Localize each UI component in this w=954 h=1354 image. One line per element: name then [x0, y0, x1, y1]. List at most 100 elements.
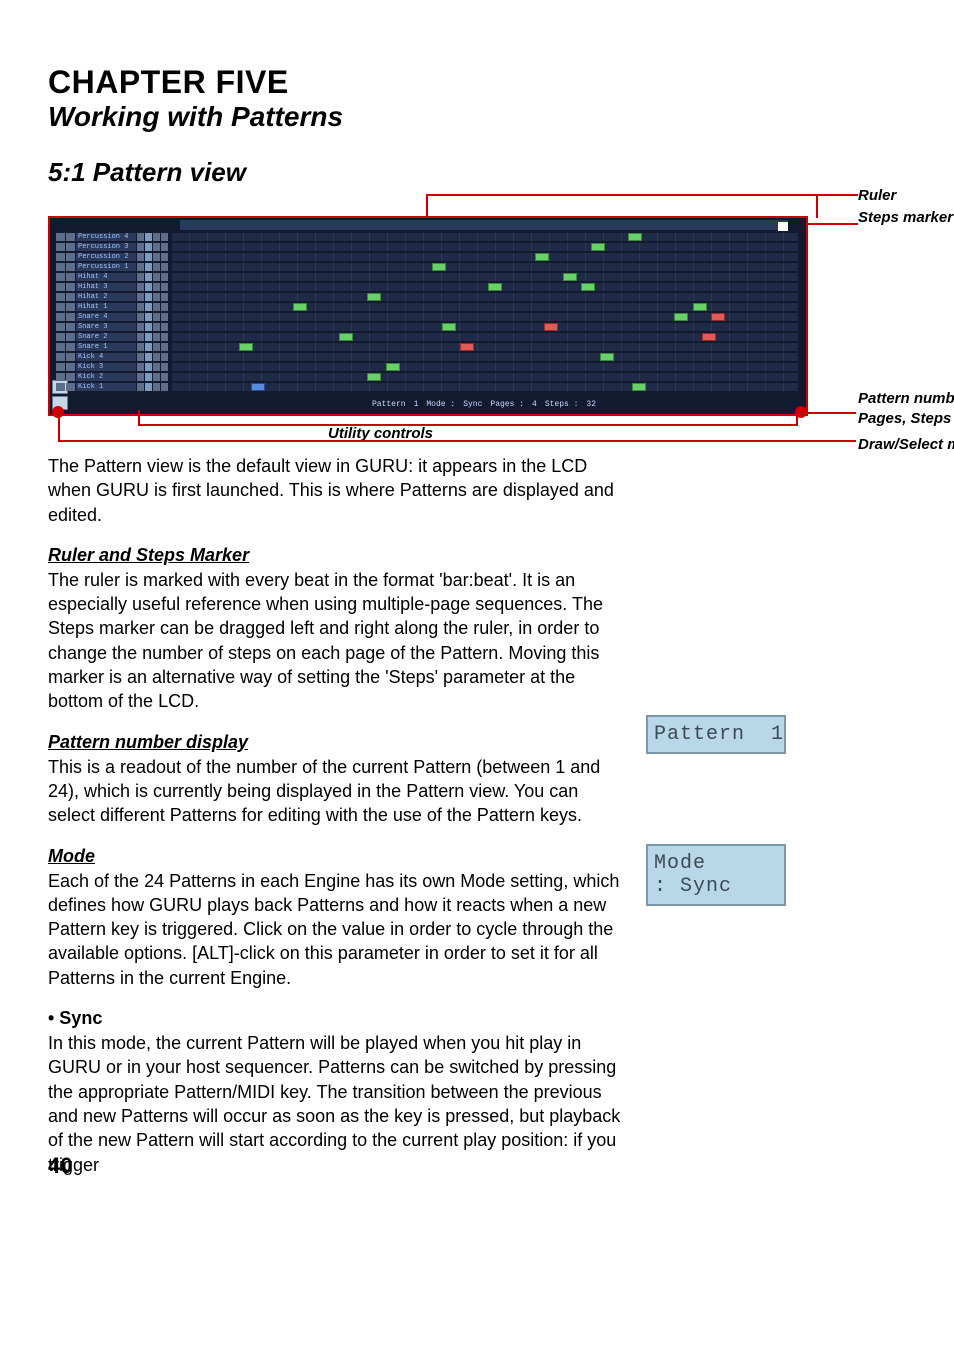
track-ctrl[interactable]: [145, 233, 152, 241]
step-note[interactable]: [460, 343, 474, 351]
track-ctrl[interactable]: [137, 293, 144, 301]
mute-button[interactable]: [56, 353, 65, 361]
next-page-button[interactable]: [161, 263, 168, 271]
step-note[interactable]: [442, 323, 456, 331]
next-page-button[interactable]: [161, 293, 168, 301]
step-note[interactable]: [386, 363, 400, 371]
step-note[interactable]: [293, 303, 307, 311]
mute-button[interactable]: [56, 363, 65, 371]
step-grid[interactable]: [172, 233, 798, 241]
prev-page-button[interactable]: [153, 343, 160, 351]
solo-button[interactable]: [66, 293, 75, 301]
next-page-button[interactable]: [161, 313, 168, 321]
prev-page-button[interactable]: [153, 383, 160, 391]
track-ctrl[interactable]: [137, 263, 144, 271]
track-ctrl[interactable]: [145, 353, 152, 361]
step-note[interactable]: [581, 283, 595, 291]
track-ctrl[interactable]: [137, 253, 144, 261]
steps-marker[interactable]: [778, 222, 788, 231]
mute-button[interactable]: [56, 263, 65, 271]
step-note[interactable]: [591, 243, 605, 251]
mute-button[interactable]: [56, 243, 65, 251]
track-ctrl[interactable]: [137, 383, 144, 391]
track-ctrl[interactable]: [145, 363, 152, 371]
step-grid[interactable]: [172, 263, 798, 271]
mute-button[interactable]: [56, 343, 65, 351]
track-ctrl[interactable]: [137, 343, 144, 351]
solo-button[interactable]: [66, 323, 75, 331]
prev-page-button[interactable]: [153, 283, 160, 291]
next-page-button[interactable]: [161, 353, 168, 361]
solo-button[interactable]: [66, 273, 75, 281]
mute-button[interactable]: [56, 373, 65, 381]
solo-button[interactable]: [66, 253, 75, 261]
step-grid[interactable]: [172, 373, 798, 381]
next-page-button[interactable]: [161, 363, 168, 371]
step-note[interactable]: [632, 383, 646, 391]
ruler-bar[interactable]: [180, 220, 788, 230]
step-note[interactable]: [432, 263, 446, 271]
track-ctrl[interactable]: [145, 323, 152, 331]
next-page-button[interactable]: [161, 303, 168, 311]
next-page-button[interactable]: [161, 233, 168, 241]
next-page-button[interactable]: [161, 243, 168, 251]
track-ctrl[interactable]: [145, 263, 152, 271]
prev-page-button[interactable]: [153, 323, 160, 331]
prev-page-button[interactable]: [153, 353, 160, 361]
mute-button[interactable]: [56, 273, 65, 281]
step-grid[interactable]: [172, 333, 798, 341]
prev-page-button[interactable]: [153, 233, 160, 241]
next-page-button[interactable]: [161, 323, 168, 331]
track-ctrl[interactable]: [145, 303, 152, 311]
step-grid[interactable]: [172, 363, 798, 371]
solo-button[interactable]: [66, 353, 75, 361]
step-grid[interactable]: [172, 323, 798, 331]
step-grid[interactable]: [172, 273, 798, 281]
solo-button[interactable]: [66, 303, 75, 311]
track-ctrl[interactable]: [145, 373, 152, 381]
step-grid[interactable]: [172, 383, 798, 391]
mute-button[interactable]: [56, 303, 65, 311]
steps-value[interactable]: 32: [586, 400, 596, 409]
step-note[interactable]: [563, 273, 577, 281]
track-ctrl[interactable]: [137, 363, 144, 371]
step-grid[interactable]: [172, 253, 798, 261]
track-ctrl[interactable]: [137, 353, 144, 361]
prev-page-button[interactable]: [153, 363, 160, 371]
prev-page-button[interactable]: [153, 333, 160, 341]
solo-button[interactable]: [66, 343, 75, 351]
step-note[interactable]: [251, 383, 265, 391]
solo-button[interactable]: [66, 233, 75, 241]
step-grid[interactable]: [172, 243, 798, 251]
track-ctrl[interactable]: [137, 233, 144, 241]
next-page-button[interactable]: [161, 273, 168, 281]
next-page-button[interactable]: [161, 333, 168, 341]
next-page-button[interactable]: [161, 253, 168, 261]
step-grid[interactable]: [172, 283, 798, 291]
prev-page-button[interactable]: [153, 273, 160, 281]
step-note[interactable]: [367, 293, 381, 301]
track-ctrl[interactable]: [145, 383, 152, 391]
step-grid[interactable]: [172, 353, 798, 361]
track-ctrl[interactable]: [145, 293, 152, 301]
track-ctrl[interactable]: [145, 313, 152, 321]
next-page-button[interactable]: [161, 383, 168, 391]
track-ctrl[interactable]: [137, 373, 144, 381]
step-note[interactable]: [674, 313, 688, 321]
solo-button[interactable]: [66, 313, 75, 321]
prev-page-button[interactable]: [153, 293, 160, 301]
step-note[interactable]: [535, 253, 549, 261]
step-note[interactable]: [693, 303, 707, 311]
mute-button[interactable]: [56, 233, 65, 241]
track-ctrl[interactable]: [137, 323, 144, 331]
next-page-button[interactable]: [161, 283, 168, 291]
track-ctrl[interactable]: [137, 283, 144, 291]
prev-page-button[interactable]: [153, 313, 160, 321]
mute-button[interactable]: [56, 293, 65, 301]
track-ctrl[interactable]: [145, 343, 152, 351]
track-ctrl[interactable]: [137, 303, 144, 311]
prev-page-button[interactable]: [153, 253, 160, 261]
next-page-button[interactable]: [161, 373, 168, 381]
track-ctrl[interactable]: [137, 243, 144, 251]
next-page-button[interactable]: [161, 343, 168, 351]
